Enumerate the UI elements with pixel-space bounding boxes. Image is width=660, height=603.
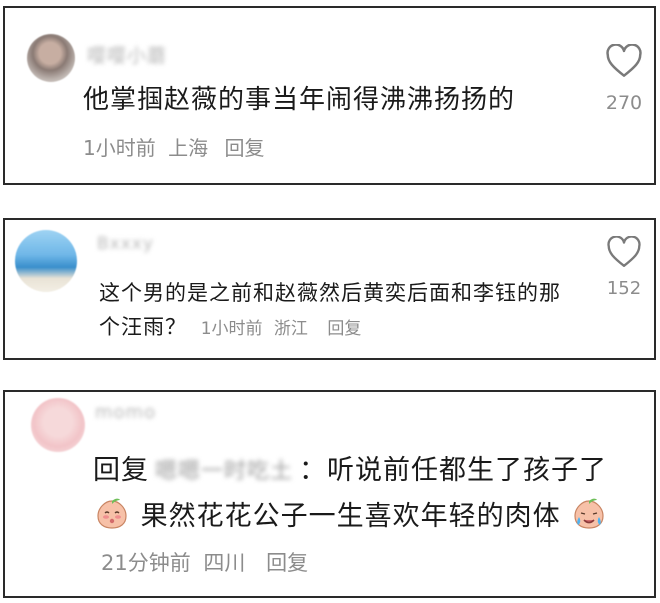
location: 浙江	[273, 319, 308, 339]
reply-button[interactable]: 回复	[224, 136, 264, 160]
comment-meta: 21分钟前 四川 回复	[101, 551, 314, 575]
comment-text: 回复 嗯嗯一时吃土 ：听说前任都生了孩子了 果然花花公子一生喜欢年轻的肉体 21分钟…	[93, 448, 633, 586]
like-count: 270	[605, 92, 643, 114]
like-count: 152	[606, 278, 642, 299]
username[interactable]: Bxxxy	[97, 234, 154, 254]
timestamp: 1小时前	[200, 319, 263, 339]
comment-text: 这个男的是之前和赵薇然后黄奕后面和李钰的那个汪雨？ 1小时前 浙江 回复	[99, 276, 569, 346]
crying-peach-emoji	[574, 498, 604, 529]
shy-peach-emoji	[97, 498, 127, 529]
like-button[interactable]: 270	[602, 44, 646, 114]
comment-card: 嘤嘤小蘑 他掌掴赵薇的事当年闹得沸沸扬扬的 1小时前 上海 回复 270	[3, 6, 656, 185]
comment-text: 他掌掴赵薇的事当年闹得沸沸扬扬的	[83, 85, 516, 115]
comment-card: Bxxxy 这个男的是之前和赵薇然后黄奕后面和李钰的那个汪雨？ 1小时前 浙江 …	[3, 218, 656, 360]
heart-outline-icon[interactable]	[605, 44, 643, 78]
comment-body-part1: ：听说前任都生了孩子了	[299, 455, 608, 486]
avatar[interactable]	[31, 398, 85, 452]
reply-prefix: 回复	[93, 455, 149, 486]
reply-button[interactable]: 回复	[327, 319, 361, 339]
heart-outline-icon[interactable]	[606, 236, 642, 268]
comment-meta: 1小时前 上海 回复	[83, 132, 264, 161]
location: 上海	[168, 136, 209, 160]
comment-body-part2: 果然花花公子一生喜欢年轻的肉体	[140, 501, 561, 532]
avatar[interactable]	[27, 34, 75, 82]
location: 四川	[203, 551, 246, 575]
timestamp: 21分钟前	[101, 551, 191, 575]
username[interactable]: momo	[95, 402, 156, 423]
avatar[interactable]	[15, 230, 77, 292]
like-button[interactable]: 152	[602, 236, 646, 299]
reply-target-username[interactable]: 嗯嗯一时吃土	[155, 449, 293, 494]
timestamp: 1小时前	[83, 136, 156, 160]
comment-card: momo 回复 嗯嗯一时吃土 ：听说前任都生了孩子了 果然花花公子一生喜欢年轻的肉体…	[3, 390, 656, 598]
reply-button[interactable]: 回复	[266, 551, 308, 575]
username[interactable]: 嘤嘤小蘑	[87, 41, 167, 68]
comment-meta: 1小时前 浙江 回复	[201, 319, 368, 339]
